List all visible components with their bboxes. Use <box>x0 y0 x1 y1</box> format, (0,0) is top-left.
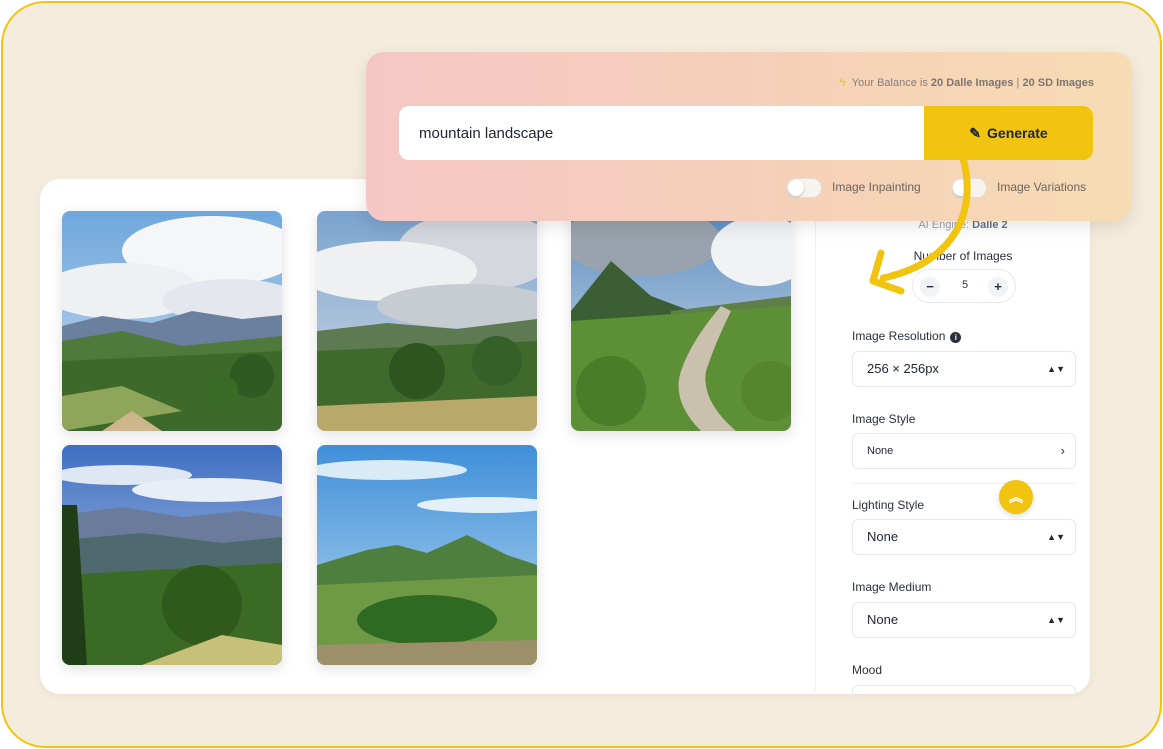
generated-image-3[interactable] <box>571 211 791 431</box>
image-resolution-label-text: Image Resolution <box>852 329 946 343</box>
lighting-style-label: Lighting Style <box>852 498 925 512</box>
lightning-bolt-icon: ϟ <box>839 75 846 89</box>
up-down-caret-icon: ▲▼ <box>1047 615 1065 625</box>
prompt-box <box>399 106 926 160</box>
image-inpainting-label: Image Inpainting <box>832 180 921 195</box>
generated-image-1[interactable] <box>62 211 282 431</box>
image-resolution-select[interactable]: 256 × 256px ▲▼ <box>852 351 1076 387</box>
landscape-image <box>317 211 537 431</box>
lighting-style-value: None <box>867 529 899 544</box>
number-of-images-stepper: − 5 + <box>912 269 1016 303</box>
image-style-label: Image Style <box>852 412 916 426</box>
magic-wand-icon: ✎ <box>969 125 982 141</box>
image-medium-value: None <box>867 612 899 627</box>
mood-label: Mood <box>852 663 883 677</box>
generated-image-5[interactable] <box>317 445 537 665</box>
prompt-panel: ϟ Your Balance is 20 Dalle Images | 20 SD… <box>366 52 1132 221</box>
image-variations-toggle[interactable]: Image Variations <box>951 178 1086 198</box>
toggle-knob <box>953 180 969 196</box>
balance-sd: 20 SD Images <box>1022 77 1094 89</box>
image-gallery <box>40 179 816 691</box>
image-medium-select[interactable]: None ▲▼ <box>852 602 1076 638</box>
image-medium-label: Image Medium <box>852 580 932 594</box>
image-style-value: None <box>867 445 894 457</box>
image-resolution-label: Image Resolution i <box>852 329 962 343</box>
decrement-button[interactable]: − <box>920 277 940 297</box>
number-of-images-label: Number of Images <box>913 249 1013 263</box>
up-down-caret-icon: ▲▼ <box>1047 532 1065 542</box>
double-chevron-up-icon[interactable]: ︽ <box>999 480 1033 514</box>
prompt-input[interactable] <box>399 106 926 160</box>
landscape-image <box>317 445 537 665</box>
landscape-image <box>62 445 282 665</box>
toggle-switch[interactable] <box>786 178 822 198</box>
generate-label: Generate <box>987 125 1048 141</box>
balance-separator: | <box>1016 77 1020 89</box>
settings-sidebar: AI Engine: Dalle 2 Number of Images − 5 … <box>838 179 1090 694</box>
info-icon[interactable]: i <box>950 332 962 343</box>
main-card: AI Engine: Dalle 2 Number of Images − 5 … <box>40 179 1090 694</box>
image-variations-label: Image Variations <box>997 180 1087 195</box>
toggle-switch[interactable] <box>951 178 987 198</box>
balance-dalle: 20 Dalle Images <box>930 77 1014 89</box>
chevron-right-icon: › <box>1060 443 1065 458</box>
generated-image-4[interactable] <box>62 445 282 665</box>
lighting-style-select[interactable]: None ▲▼ <box>852 519 1076 555</box>
app-frame: AI Engine: Dalle 2 Number of Images − 5 … <box>1 1 1162 748</box>
generated-image-2[interactable] <box>317 211 537 431</box>
balance-prefix: Your Balance is <box>851 77 928 89</box>
image-resolution-value: 256 × 256px <box>867 361 939 376</box>
balance-info: ϟ Your Balance is 20 Dalle Images | 20 SD… <box>839 75 1094 89</box>
image-inpainting-toggle[interactable]: Image Inpainting <box>786 178 921 198</box>
number-of-images-value: 5 <box>961 279 969 291</box>
divider <box>852 483 1076 484</box>
generate-button[interactable]: ✎ Generate <box>924 106 1093 160</box>
up-down-caret-icon: ▲▼ <box>1047 364 1065 374</box>
mood-select[interactable] <box>852 685 1076 694</box>
toggle-knob <box>788 180 804 196</box>
image-style-select[interactable]: None › <box>852 433 1076 469</box>
landscape-image <box>62 211 282 431</box>
landscape-image <box>571 211 791 431</box>
increment-button[interactable]: + <box>988 277 1008 297</box>
